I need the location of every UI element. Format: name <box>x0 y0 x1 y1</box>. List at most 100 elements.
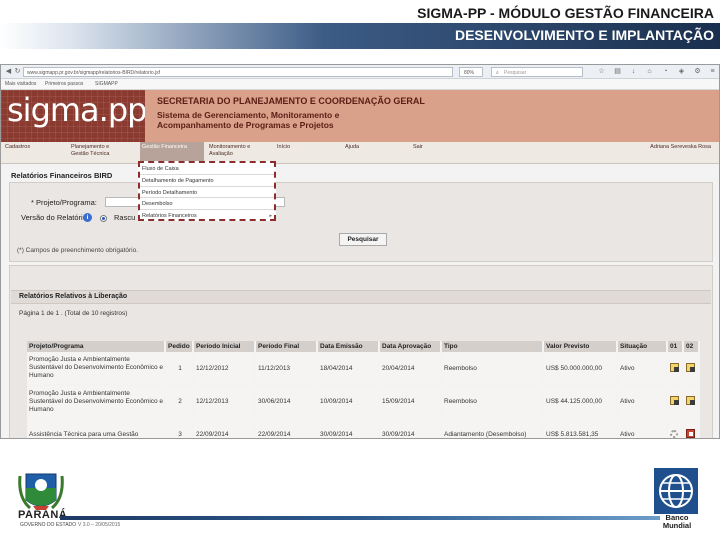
title-band: DESENVOLVIMENTO E IMPLANTAÇÃO <box>0 23 720 49</box>
required-note: (*) Campos de preenchimento obrigatório. <box>17 247 139 254</box>
menu-detalhamento-pagamento[interactable]: Detalhamento de Pagamento <box>140 175 274 187</box>
star-icon[interactable]: ☆ <box>597 67 606 76</box>
department-title: SECRETARIA DO PLANEJAMENTO E COORDENAÇÃO… <box>157 96 425 106</box>
results-title: Relatórios Relativos à Liberação <box>19 293 128 300</box>
col-header[interactable]: Período Final <box>255 341 318 352</box>
world-bank-globe-icon <box>654 468 698 514</box>
results-table: Projeto/Programa Pedido Período Inicial … <box>27 341 700 438</box>
version-label: Versão do Relatório <box>21 213 87 222</box>
col-header[interactable]: 02 <box>683 341 700 352</box>
cell-status: Ativo <box>617 385 668 419</box>
cell-issued: 10/09/2014 <box>317 385 380 419</box>
menu-fluxo-caixa[interactable]: Fluxo de Caixa <box>140 163 274 175</box>
col-header[interactable]: Situação <box>617 341 668 352</box>
menu-periodo-detalhamento[interactable]: Período Detalhamento <box>140 187 274 199</box>
cell-status: Ativo <box>617 418 668 438</box>
cell-end: 22/09/2014 <box>255 418 318 438</box>
report-01-icon[interactable] <box>670 396 679 405</box>
cell-type: Reembolso <box>441 385 544 419</box>
sigma-logo[interactable]: sigma.pp <box>1 90 145 142</box>
slide-title: SIGMA-PP - MÓDULO GESTÃO FINANCEIRA <box>417 5 714 21</box>
col-header[interactable]: Projeto/Programa <box>27 341 166 352</box>
cell-approved: 15/09/2014 <box>379 385 442 419</box>
cell-type: Adiantamento (Desembolso) <box>441 418 544 438</box>
col-header[interactable]: Data Aprovação <box>379 341 442 352</box>
report-02-icon[interactable] <box>686 396 695 405</box>
menu-monitoramento[interactable]: Monitoramento e Avaliação <box>209 144 265 157</box>
zoom-level[interactable]: 80% <box>459 67 483 77</box>
col-header[interactable]: Período Inicial <box>193 341 256 352</box>
system-name: Sistema de Gerenciamento, Monitoramento … <box>157 110 340 130</box>
cell-end: 11/12/2013 <box>255 352 318 386</box>
project-label: * Projeto/Programa: <box>31 198 97 207</box>
world-bank-name: Banco Mundial <box>662 513 692 530</box>
gestao-financeira-dropdown: Fluxo de Caixa Detalhamento de Pagamento… <box>138 161 276 221</box>
chat-icon[interactable]: ◔ <box>661 67 670 76</box>
table-row[interactable]: Promoção Justa e Ambientalmente Sustentá… <box>27 352 700 386</box>
report-01-icon[interactable] <box>670 362 679 372</box>
cell-project: Assistência Técnica para uma Gestão <box>27 418 166 438</box>
url-text: www.sigmapp.pr.gov.br/sigmapp/relatorios… <box>27 70 161 76</box>
cell-value: US$ 50.000.000,00 <box>543 352 618 386</box>
reload-icon[interactable]: ↻ <box>13 67 22 76</box>
home-icon[interactable]: ⌂ <box>645 67 654 76</box>
cell-approved: 20/04/2014 <box>379 352 442 386</box>
page-info: Página 1 de 1 . (Total de 10 registros) <box>19 310 128 317</box>
menu-gestao-financeira[interactable]: Gestão Financeira <box>140 142 204 162</box>
search-button[interactable]: Pesquisar <box>339 233 387 246</box>
version-text: V 3.0 – 20/05/2015 <box>78 522 121 528</box>
menu-icon[interactable]: ≡ <box>708 67 717 76</box>
bookmark-item[interactable]: SIGMAPP <box>95 81 118 87</box>
parana-coat-of-arms-icon <box>18 473 64 510</box>
info-icon[interactable]: i <box>83 213 92 222</box>
cell-order: 2 <box>165 385 194 419</box>
table-row[interactable]: Promoção Justa e Ambientalmente Sustentá… <box>27 385 700 419</box>
browser-toolbar: ◀ ↻ www.sigmapp.pr.gov.br/sigmapp/relato… <box>1 65 719 79</box>
menu-cadastros[interactable]: Cadastros <box>5 144 55 151</box>
cell-value: US$ 5.813.581,35 <box>543 418 618 438</box>
menu-inicio[interactable]: Início <box>277 144 307 151</box>
footer-rule <box>60 516 660 520</box>
settings-icon[interactable]: ⚙ <box>693 67 702 76</box>
menu-planejamento[interactable]: Planejamento e Gestão Técnica <box>71 144 123 157</box>
cell-project: Promoção Justa e Ambientalmente Sustentá… <box>27 385 166 419</box>
menu-relatorios-financeiros[interactable]: Relatórios Financeiros ▸ <box>140 210 274 222</box>
search-icon: ⌕ <box>496 70 499 76</box>
cell-status: Ativo <box>617 352 668 386</box>
pdf-icon[interactable] <box>686 429 695 438</box>
shield-icon[interactable]: ◈ <box>677 67 686 76</box>
col-header[interactable]: Valor Previsto <box>543 341 618 352</box>
radio-rascunho[interactable] <box>100 215 107 222</box>
report-02-icon[interactable] <box>686 362 695 372</box>
main-menu: Cadastros Planejamento e Gestão Técnica … <box>1 142 719 164</box>
col-header[interactable]: 01 <box>667 341 684 352</box>
bookmark-item[interactable]: Primeiros passos <box>45 81 83 87</box>
col-header[interactable]: Data Emissão <box>317 341 380 352</box>
cell-issued: 18/04/2014 <box>317 352 380 386</box>
col-header[interactable]: Tipo <box>441 341 544 352</box>
table-row[interactable]: Assistência Técnica para uma Gestão 3 22… <box>27 418 700 438</box>
radio-label: Rascu <box>114 213 136 222</box>
logo-text: sigma.pp <box>7 91 145 129</box>
cell-approved: 30/09/2014 <box>379 418 442 438</box>
cell-order: 3 <box>165 418 194 438</box>
download-icon[interactable]: ↓ <box>629 67 638 76</box>
bookmark-item[interactable]: Mais visitados <box>5 81 36 87</box>
slide: SIGMA-PP - MÓDULO GESTÃO FINANCEIRA DESE… <box>0 0 720 540</box>
col-header[interactable]: Pedido <box>165 341 194 352</box>
slide-subtitle: DESENVOLVIMENTO E IMPLANTAÇÃO <box>454 27 714 43</box>
panel-title: Relatórios Financeiros BIRD <box>11 171 113 180</box>
submenu-arrow-icon: ▸ <box>269 213 272 220</box>
menu-sair[interactable]: Sair <box>413 144 443 151</box>
url-bar[interactable]: www.sigmapp.pr.gov.br/sigmapp/relatorios… <box>23 67 453 77</box>
menu-ajuda[interactable]: Ajuda <box>345 144 375 151</box>
cell-end: 30/06/2014 <box>255 385 318 419</box>
menu-desembolso[interactable]: Desembolso <box>140 198 274 211</box>
settings-icon[interactable] <box>670 429 678 438</box>
clipboard-icon[interactable]: ▤ <box>613 67 622 76</box>
back-icon[interactable]: ◀ <box>4 67 13 76</box>
app-screenshot: ◀ ↻ www.sigmapp.pr.gov.br/sigmapp/relato… <box>0 64 720 439</box>
browser-search[interactable]: ⌕ Pesquisar <box>491 67 583 77</box>
app-header: sigma.pp SECRETARIA DO PLANEJAMENTO E CO… <box>1 90 719 142</box>
cell-project: Promoção Justa e Ambientalmente Sustentá… <box>27 352 166 386</box>
